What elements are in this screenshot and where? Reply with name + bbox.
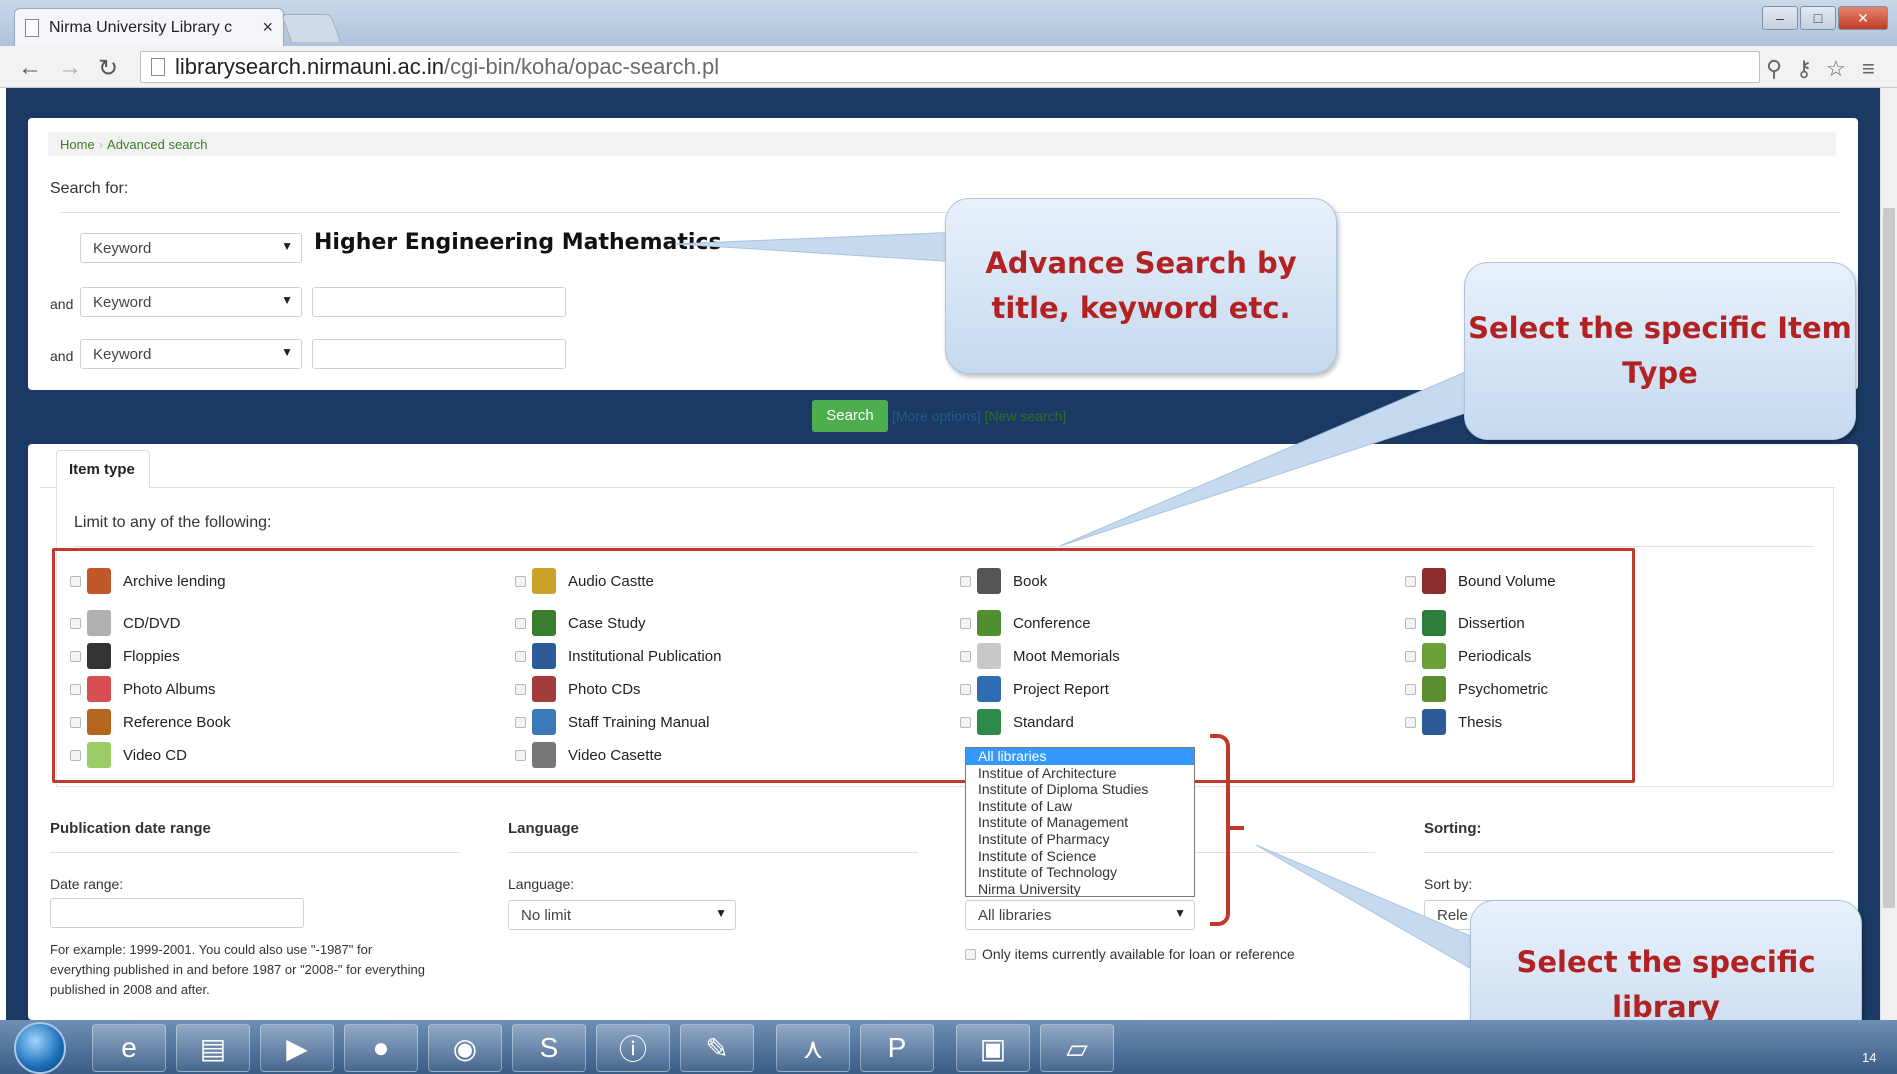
- callout-item-type: Select the specific Item Type: [1464, 262, 1856, 440]
- skype-taskbar-icon[interactable]: S: [512, 1024, 586, 1072]
- firefox-taskbar-icon[interactable]: ●: [344, 1024, 418, 1072]
- ie-taskbar-icon[interactable]: e: [92, 1024, 166, 1072]
- explorer-taskbar-icon[interactable]: ▤: [176, 1024, 250, 1072]
- clock-fragment: 14: [1862, 1050, 1877, 1065]
- acrobat-taskbar-icon[interactable]: ⋏: [776, 1024, 850, 1072]
- network-taskbar-icon[interactable]: ▣: [956, 1024, 1030, 1072]
- pointer-item-type: [1059, 369, 1491, 547]
- pointer-advance-search: [674, 231, 961, 263]
- callout-advance-search: Advance Search by title, keyword etc.: [945, 198, 1337, 374]
- windows-taskbar: e ▤ ▶ ● ◉ S ⓘ ✎ ⋏ P ▣ ▱ 14: [0, 1020, 1897, 1074]
- notes-taskbar-icon[interactable]: ▱: [1040, 1024, 1114, 1072]
- paint-taskbar-icon[interactable]: ✎: [680, 1024, 754, 1072]
- powerpoint-taskbar-icon[interactable]: P: [860, 1024, 934, 1072]
- screenshot-root: Nirma University Library c × – □ ✕ ← → ↻…: [0, 0, 1897, 1074]
- start-button[interactable]: [14, 1022, 66, 1074]
- pointer-library: [1255, 844, 1481, 969]
- chrome-taskbar-icon[interactable]: ◉: [428, 1024, 502, 1072]
- info-taskbar-icon[interactable]: ⓘ: [596, 1024, 670, 1072]
- media-player-taskbar-icon[interactable]: ▶: [260, 1024, 334, 1072]
